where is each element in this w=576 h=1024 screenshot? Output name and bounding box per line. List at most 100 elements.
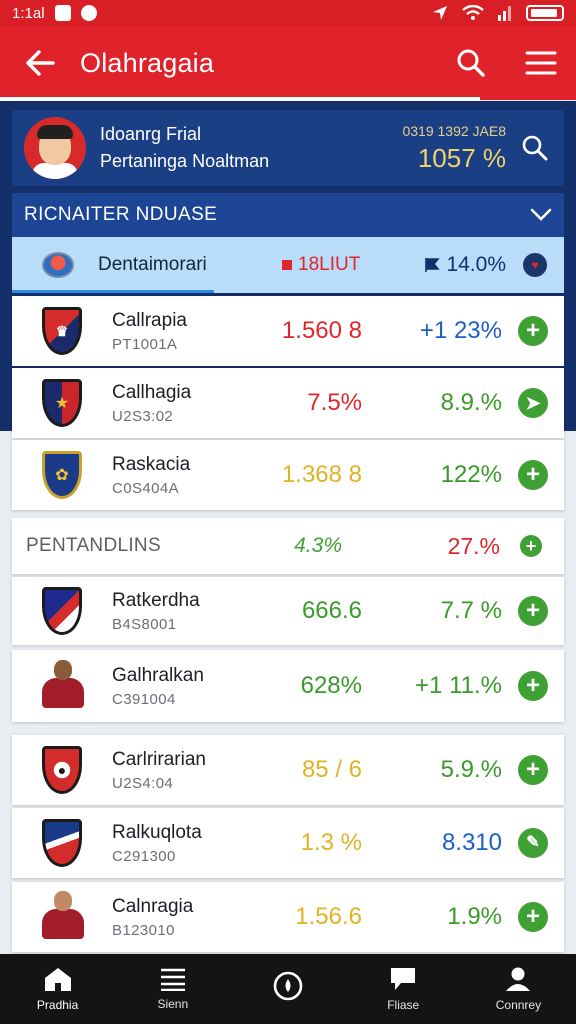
club-percent: 1.9% [447,903,502,930]
arrow-icon[interactable]: ✎ [518,828,548,858]
ball-icon [42,252,74,278]
list-icon [160,968,185,991]
nav-label: Fliase [387,998,420,1012]
plus-icon[interactable]: + [518,316,548,346]
chevron-down-icon [530,208,552,221]
highlight-row[interactable]: Dentaimorari 18LIUT 14.0% ♥ [12,237,564,293]
club-code: U2S3:02 [112,407,174,425]
club-name: Raskacia [112,453,191,475]
status-bar: 1:1al [0,0,576,26]
profile-stat-label: 0319 1392 JAE8 [402,122,506,139]
search-button[interactable] [436,26,506,100]
club-percent: 7.7 % [440,597,502,624]
highlight-label: Dentaimorari [98,254,207,275]
battery-icon [526,5,564,21]
club-percent: 122% [440,461,502,488]
list-item[interactable]: Ralkuqlota C291300 1.3 % 8.310 ✎ [12,808,564,878]
club-code: C0S404A [112,479,180,497]
club-value: 1.3 % [300,829,362,856]
nav-label: Connrey [495,998,542,1012]
club-code: PT1001A [112,335,178,353]
heart-icon[interactable]: ♥ [523,253,547,277]
club-percent: +1 23% [419,317,502,344]
section-title: RICNAITER NDUASE [24,204,218,225]
club-percent: +1 11.% [415,672,502,699]
section-value: 4.3% [294,534,342,557]
list-item[interactable]: Calnragia B123010 1.56.6 1.9% + [12,882,564,952]
plus-icon[interactable]: + [518,596,548,626]
arrow-left-icon [26,50,55,76]
list-item[interactable]: Ratkerdha B4S8001 666.6 7.7 % + [12,577,564,645]
highlight-percent-text: 14.0% [446,253,506,276]
profile-subtitle: Pertaninga Noaltman [100,151,270,171]
club-code: B123010 [112,921,175,939]
list-item[interactable]: Galhralkan C391004 628% +1 11.% + [12,650,564,722]
plus-icon[interactable]: + [518,460,548,490]
club-value: 666.6 [301,597,362,624]
club-code: B4S8001 [112,615,177,633]
club-name: Galhralkan [112,664,204,686]
club-code: C391004 [112,690,176,708]
circle-icon [273,971,303,1001]
nav-item-chat[interactable]: Fliase [346,954,461,1024]
plus-icon[interactable]: + [518,902,548,932]
plus-icon[interactable]: + [518,755,548,785]
list-item[interactable]: ★ Callhagia U2S3:02 7.5% 8.9.% ➤ [12,368,564,438]
nav-item-home[interactable]: Pradhia [0,954,115,1024]
page-title: Olahragaia [80,47,215,78]
section-header[interactable]: RICNAITER NDUASE [12,193,564,237]
club-name: Calnragia [112,895,194,917]
search-icon [457,49,485,77]
location-icon [433,6,447,20]
club-crest-icon: ♛ [42,307,82,355]
nav-item-center[interactable] [230,954,345,1024]
avatar [24,117,86,179]
club-name: Ratkerdha [112,589,200,611]
menu-button[interactable] [506,26,576,100]
player-photo [34,889,90,945]
signal-icon [498,6,511,21]
profile-card[interactable]: Idoanrg Frial Pertaninga Noaltman 0319 1… [12,110,564,186]
club-percent: 8.9.% [440,389,502,416]
club-code: U2S4:04 [112,774,174,792]
menu-icon [525,51,557,75]
back-button[interactable] [0,26,80,100]
club-name: Carlrirarian [112,748,206,770]
club-name: Callrapia [112,309,187,331]
highlight-value-text: 18LIUT [298,254,361,275]
club-value: 7.5% [307,389,362,416]
plus-icon[interactable]: + [518,671,548,701]
club-value: 1.560 8 [281,317,362,344]
plus-icon[interactable]: + [520,535,542,557]
nav-label: Sienn [157,997,189,1011]
club-name: Ralkuqlota [112,821,202,843]
club-crest-icon [42,819,82,867]
list-item[interactable]: ✿ Raskacia C0S404A 1.368 8 122% + [12,440,564,510]
wifi-icon [462,5,484,20]
club-code: C291300 [112,847,176,865]
section-title: PENTANDLINS [26,535,161,556]
user-icon [506,967,531,991]
bottom-navigation: Pradhia Sienn Fliase Connrey [0,954,576,1024]
nav-item-list[interactable]: Sienn [115,954,230,1024]
profile-search-button[interactable] [506,110,564,186]
app-notification-icon [80,5,97,21]
section-percent: 27.% [447,532,500,559]
highlight-percent: 14.0% [424,253,506,277]
highlight-underline [12,290,214,293]
nav-item-profile[interactable]: Connrey [461,954,576,1024]
section-header[interactable]: PENTANDLINS 4.3% 27.% + [12,518,564,574]
club-crest-icon [42,587,82,635]
list-item[interactable]: ● Carlrirarian U2S4:04 85 / 6 5.9.% + [12,735,564,805]
home-icon [44,968,71,991]
highlight-value: 18LIUT [282,254,360,276]
player-photo [34,658,90,714]
flag-icon [425,258,441,272]
profile-stat-value: 1057 % [417,142,506,173]
club-crest-icon: ✿ [42,451,82,499]
arrow-icon[interactable]: ➤ [518,388,548,418]
profile-name: Idoanrg Frial [100,124,202,144]
club-value: 85 / 6 [301,756,362,783]
list-item[interactable]: ♛ Callrapia PT1001A 1.560 8 +1 23% + [12,296,564,366]
nav-label: Pradhia [36,998,79,1012]
